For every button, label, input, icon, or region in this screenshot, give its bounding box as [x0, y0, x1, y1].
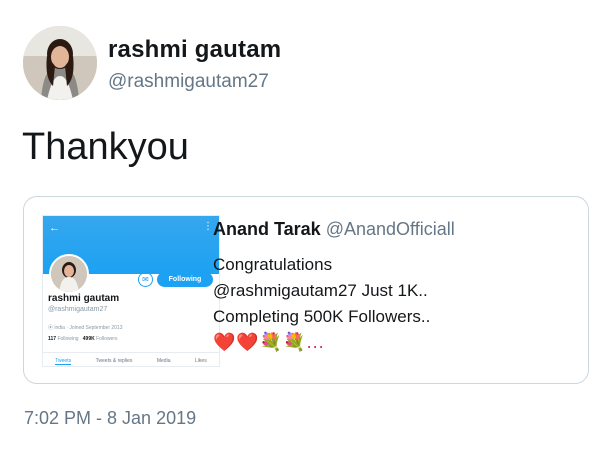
- quoted-media-screenshot[interactable]: ← ⋮ ✉ Following rashmi gautam @rashmigau…: [42, 215, 220, 367]
- followers-count: 499K: [82, 336, 95, 342]
- mail-icon: ✉: [138, 272, 153, 287]
- following-button: Following: [157, 272, 213, 287]
- tab-tweets-replies: Tweets & replies: [95, 358, 133, 364]
- tab-tweets: Tweets: [55, 357, 72, 365]
- author-handle[interactable]: @rashmigautam27: [108, 71, 269, 93]
- author-avatar[interactable]: [23, 26, 97, 100]
- back-arrow-icon: ←: [49, 222, 60, 234]
- quoted-line: Congratulations: [213, 255, 333, 274]
- profile-counts: 117 Following 499K Followers: [48, 336, 118, 342]
- tab-likes: Likes: [195, 358, 207, 364]
- quoted-tweet-card[interactable]: ← ⋮ ✉ Following rashmi gautam @rashmigau…: [23, 196, 589, 384]
- profile-avatar: [49, 254, 89, 294]
- profile-avatar-photo: [51, 256, 87, 292]
- profile-handle: @rashmigautam27: [48, 306, 108, 313]
- quoted-author-handle[interactable]: @AnandOfficiall: [326, 219, 455, 239]
- quoted-tweet-text: Congratulations @rashmigautam27 Just 1K.…: [213, 252, 553, 354]
- author-name[interactable]: rashmi gautam: [108, 36, 281, 64]
- following-label: Following: [57, 336, 79, 342]
- quoted-line: Completing 500K Followers..: [213, 307, 431, 326]
- quoted-emoji: ❤️❤️💐💐...: [213, 332, 325, 352]
- quoted-tweet-content: Anand Tarak @AnandOfficiall Congratulati…: [213, 219, 553, 354]
- quoted-line: @rashmigautam27 Just 1K..: [213, 281, 428, 300]
- profile-meta: ⦿ india · Joined September 2013: [48, 325, 123, 331]
- following-count: 117: [48, 336, 57, 342]
- profile-name: rashmi gautam: [48, 293, 120, 304]
- quoted-author-line: Anand Tarak @AnandOfficiall: [213, 219, 553, 240]
- tweet-timestamp[interactable]: 7:02 PM - 8 Jan 2019: [24, 408, 196, 429]
- more-icon: ⋮: [203, 221, 213, 232]
- avatar-photo: [23, 26, 97, 100]
- tweet-text: Thankyou: [22, 126, 189, 168]
- followers-label: Followers: [96, 336, 118, 342]
- tab-media: Media: [156, 358, 171, 364]
- profile-tabs: Tweets Tweets & replies Media Likes: [43, 352, 219, 366]
- quoted-author-name[interactable]: Anand Tarak: [213, 219, 321, 239]
